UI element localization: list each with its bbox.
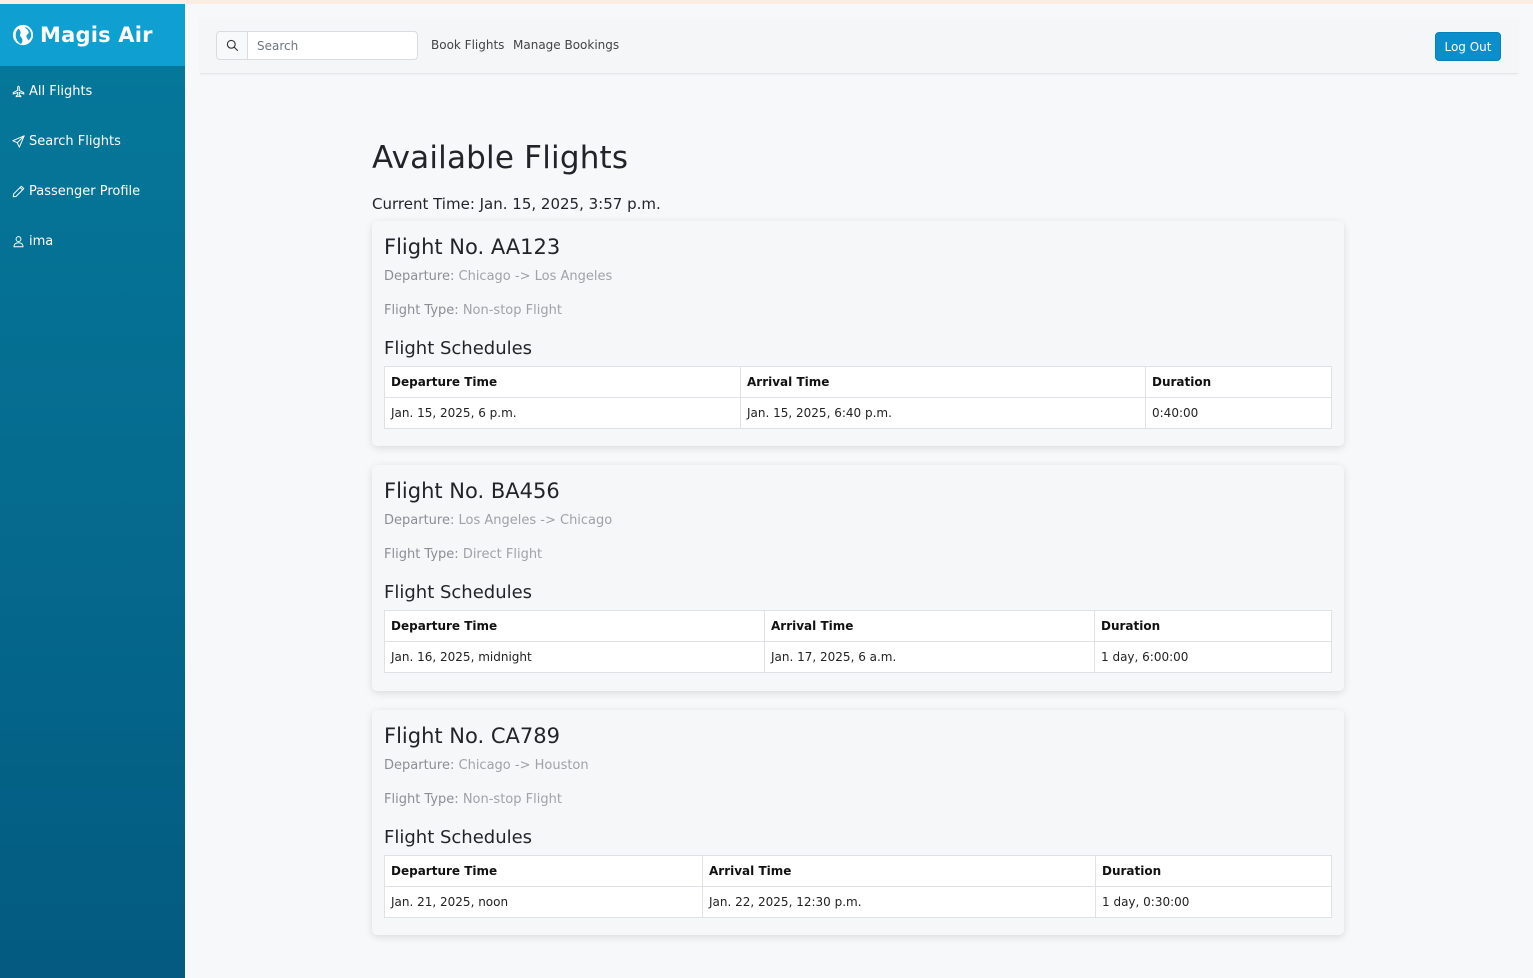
table-row: Jan. 15, 2025, 6 p.m. Jan. 15, 2025, 6:4… — [384, 397, 1332, 429]
table-header-row: Departure Time Arrival Time Duration — [384, 366, 1332, 398]
duration-cell: 1 day, 0:30:00 — [1095, 886, 1332, 918]
flight-type-info: Flight Type: Non-stop Flight — [384, 792, 1332, 812]
sidebar-item-label: Passenger Profile — [29, 183, 141, 199]
table-row: Jan. 21, 2025, noon Jan. 22, 2025, 12:30… — [384, 886, 1332, 918]
duration-cell: 1 day, 6:00:00 — [1094, 641, 1332, 673]
departure-info: Departure: Chicago -> Los Angeles — [384, 269, 1332, 289]
departure-label: Departure: — [384, 513, 455, 528]
flight-type-value: Direct Flight — [462, 547, 543, 562]
send-icon — [12, 134, 25, 148]
column-header: Departure Time — [384, 610, 765, 642]
flight-card: Flight No. AA123 Departure: Chicago -> L… — [372, 221, 1344, 446]
sidebar-item-label: All Flights — [29, 83, 93, 99]
column-header: Departure Time — [384, 366, 741, 398]
table-row: Jan. 16, 2025, midnight Jan. 17, 2025, 6… — [384, 641, 1332, 673]
pencil-icon — [12, 185, 25, 197]
schedules-heading: Flight Schedules — [384, 582, 533, 603]
column-header: Arrival Time — [764, 610, 1095, 642]
top-navbar: Book Flights Manage Bookings Log Out — [200, 18, 1518, 74]
search-box — [216, 31, 418, 60]
top-accent-line — [0, 0, 1533, 4]
arrival-time-cell: Jan. 17, 2025, 6 a.m. — [764, 641, 1095, 673]
brand-header[interactable]: Magis Air — [0, 4, 185, 66]
departure-value: Los Angeles -> Chicago — [458, 513, 613, 528]
user-icon — [13, 235, 24, 247]
flight-type-label: Flight Type: — [384, 547, 459, 562]
table-header-row: Departure Time Arrival Time Duration — [384, 855, 1332, 887]
departure-time-cell: Jan. 16, 2025, midnight — [384, 641, 765, 673]
departure-value: Chicago -> Houston — [458, 758, 589, 773]
column-header: Duration — [1145, 366, 1332, 398]
flight-type-label: Flight Type: — [384, 792, 459, 807]
column-header: Duration — [1094, 610, 1332, 642]
departure-label: Departure: — [384, 758, 455, 773]
sidebar-item-passenger-profile[interactable]: Passenger Profile — [0, 166, 185, 216]
page-title: Available Flights — [372, 140, 629, 176]
schedule-table: Departure Time Arrival Time Duration Jan… — [384, 855, 1332, 918]
schedule-table: Departure Time Arrival Time Duration Jan… — [384, 610, 1332, 673]
search-icon — [226, 39, 238, 52]
schedules-heading: Flight Schedules — [384, 338, 533, 359]
schedule-table: Departure Time Arrival Time Duration Jan… — [384, 366, 1332, 429]
flight-type-value: Non-stop Flight — [462, 303, 562, 318]
departure-time-cell: Jan. 15, 2025, 6 p.m. — [384, 397, 741, 429]
duration-cell: 0:40:00 — [1145, 397, 1332, 429]
search-button[interactable] — [217, 32, 248, 59]
brand-title: Magis Air — [40, 23, 153, 47]
flight-card: Flight No. BA456 Departure: Los Angeles … — [372, 465, 1344, 691]
sidebar-item-label: ima — [29, 233, 54, 249]
plane-icon — [12, 85, 25, 97]
manage-bookings-link[interactable]: Manage Bookings — [513, 38, 619, 52]
departure-label: Departure: — [384, 269, 455, 284]
current-time: Current Time: Jan. 15, 2025, 3:57 p.m. — [372, 195, 661, 213]
sidebar-item-user[interactable]: ima — [0, 216, 185, 266]
flight-type-value: Non-stop Flight — [462, 792, 562, 807]
flight-number: Flight No. CA789 — [384, 724, 560, 748]
sidebar-item-search-flights[interactable]: Search Flights — [0, 116, 185, 166]
globe-logo-icon — [12, 24, 34, 46]
book-flights-link[interactable]: Book Flights — [431, 38, 504, 52]
sidebar-item-all-flights[interactable]: All Flights — [0, 66, 185, 116]
departure-info: Departure: Los Angeles -> Chicago — [384, 513, 1332, 533]
flight-type-info: Flight Type: Non-stop Flight — [384, 303, 1332, 323]
arrival-time-cell: Jan. 15, 2025, 6:40 p.m. — [740, 397, 1146, 429]
flight-card: Flight No. CA789 Departure: Chicago -> H… — [372, 710, 1344, 935]
table-header-row: Departure Time Arrival Time Duration — [384, 610, 1332, 642]
flight-type-info: Flight Type: Direct Flight — [384, 547, 1332, 567]
search-input[interactable] — [248, 32, 416, 59]
schedules-heading: Flight Schedules — [384, 827, 533, 848]
column-header: Duration — [1095, 855, 1332, 887]
departure-info: Departure: Chicago -> Houston — [384, 758, 1332, 778]
column-header: Departure Time — [384, 855, 703, 887]
departure-time-cell: Jan. 21, 2025, noon — [384, 886, 703, 918]
column-header: Arrival Time — [702, 855, 1096, 887]
flight-number: Flight No. BA456 — [384, 479, 560, 503]
column-header: Arrival Time — [740, 366, 1146, 398]
flight-number: Flight No. AA123 — [384, 235, 561, 259]
logout-button[interactable]: Log Out — [1435, 32, 1501, 61]
departure-value: Chicago -> Los Angeles — [458, 269, 613, 284]
flight-type-label: Flight Type: — [384, 303, 459, 318]
sidebar: Magis Air All Flights Search Flights Pas… — [0, 4, 185, 978]
arrival-time-cell: Jan. 22, 2025, 12:30 p.m. — [702, 886, 1096, 918]
sidebar-item-label: Search Flights — [29, 133, 121, 149]
